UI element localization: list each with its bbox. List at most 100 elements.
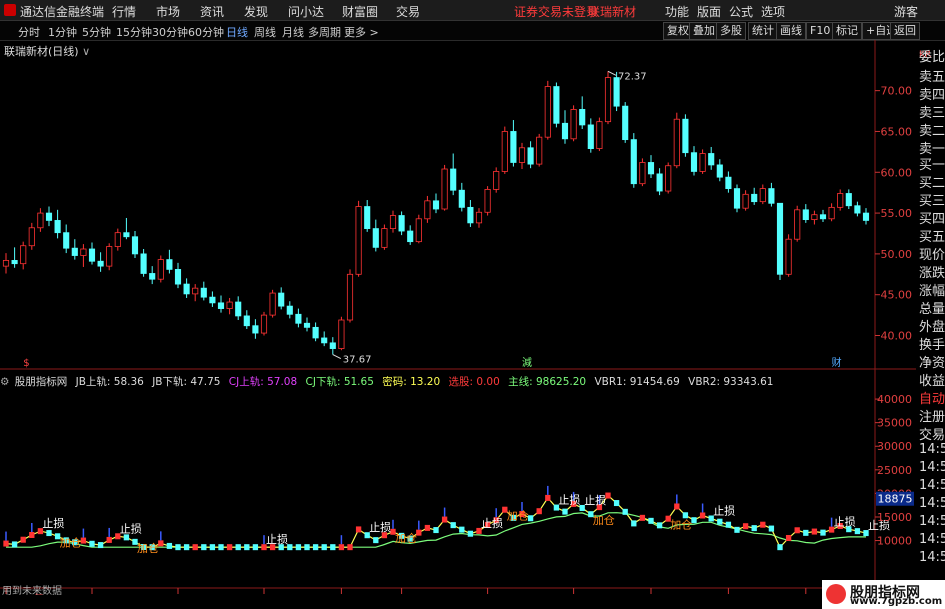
app-title: 通达信金融终端 bbox=[20, 5, 105, 19]
indicator-bar bbox=[674, 503, 680, 510]
candle-body bbox=[845, 193, 852, 207]
indicator-bar bbox=[424, 524, 431, 531]
period-toolbar: 分时 1分钟 5分钟 15分钟 30分钟 60分钟 日线 周线 月线 多周期 更… bbox=[0, 21, 945, 41]
menu-item-ask[interactable]: 问小达 bbox=[288, 3, 324, 20]
panel-item-buy5: 买五 bbox=[919, 230, 945, 245]
time-axis-label: 11 bbox=[404, 594, 417, 595]
candle-body bbox=[467, 206, 474, 224]
candle-body bbox=[157, 259, 164, 280]
candle-body bbox=[432, 200, 440, 210]
indicator-bar bbox=[699, 512, 706, 519]
statistics-button[interactable]: 统计 bbox=[748, 22, 778, 40]
panel-trade-trade[interactable]: 交易 bbox=[919, 424, 945, 443]
period-tab-daily[interactable]: 日线 bbox=[226, 24, 248, 40]
stop-loss-label: 止损 bbox=[713, 503, 735, 517]
candle-body bbox=[295, 313, 302, 324]
legend-cj-upper: CJ上轨: 57.08 bbox=[228, 376, 298, 388]
period-tab-5min[interactable]: 5分钟 bbox=[82, 24, 111, 40]
candle-body bbox=[819, 214, 827, 220]
user-label[interactable]: 游客 bbox=[894, 3, 918, 20]
price-axis-label: 65.00 bbox=[881, 125, 913, 138]
indicator-bar bbox=[820, 529, 826, 536]
menu-item-trade[interactable]: 交易 bbox=[396, 3, 420, 20]
candle-body bbox=[149, 273, 156, 280]
indicator-bar bbox=[252, 544, 259, 551]
candle-body bbox=[450, 168, 457, 191]
indicator-bar bbox=[29, 531, 35, 538]
panel-item-weibi: 委比 bbox=[919, 50, 945, 65]
candle-body bbox=[407, 230, 414, 243]
candle-body bbox=[493, 171, 500, 190]
indicator-bar bbox=[682, 512, 689, 519]
candle-body bbox=[725, 176, 732, 189]
indicator-axis-label: 30000 bbox=[877, 440, 912, 453]
indicator-bar bbox=[235, 544, 241, 551]
candle-body bbox=[647, 162, 655, 175]
stop-loss-label: 止损 bbox=[42, 516, 64, 530]
menu-item-options[interactable]: 选项 bbox=[761, 3, 785, 20]
stock-chart[interactable]: 70.00 65.00 60.00 55.00 50.00 45.00 40.00 72.3… bbox=[0, 40, 916, 595]
high-pointer bbox=[607, 70, 617, 76]
multi-stock-button[interactable]: 多股 bbox=[716, 22, 746, 40]
candle-body bbox=[123, 232, 130, 238]
menu-item-formula[interactable]: 公式 bbox=[729, 3, 753, 20]
login-notice[interactable]: 证券交易未登录 bbox=[514, 3, 598, 20]
candle-body bbox=[622, 105, 629, 141]
period-tab-60min[interactable]: 60分钟 bbox=[188, 24, 224, 40]
indicator-bar bbox=[312, 544, 319, 551]
menu-item-market[interactable]: 市场 bbox=[156, 3, 180, 20]
indicator-name[interactable]: 股朋指标网 bbox=[15, 376, 68, 388]
candle-body bbox=[570, 109, 577, 140]
candle-body bbox=[364, 206, 371, 229]
draw-line-button[interactable]: 画线 bbox=[776, 22, 806, 40]
candle-body bbox=[604, 77, 612, 123]
panel-time-3: 14:56 bbox=[919, 478, 945, 493]
period-tab-weekly[interactable]: 周线 bbox=[254, 24, 276, 40]
candle-body bbox=[217, 302, 225, 309]
candle-body bbox=[802, 209, 809, 221]
legend-select: 选股: 0.00 bbox=[448, 376, 500, 388]
f10-button[interactable]: F10 bbox=[806, 22, 835, 40]
panel-item-turnover: 换手 bbox=[919, 338, 945, 353]
menu-item-layout[interactable]: 版面 bbox=[697, 3, 721, 20]
back-button[interactable]: 返回 bbox=[890, 22, 920, 40]
period-tab-15min[interactable]: 15分钟 bbox=[116, 24, 152, 40]
indicator-bar bbox=[338, 544, 345, 551]
candle-body bbox=[37, 212, 44, 229]
menu-item-function[interactable]: 功能 bbox=[665, 3, 689, 20]
gear-icon[interactable]: ⚙ bbox=[0, 376, 9, 388]
mark-button[interactable]: 标记 bbox=[832, 22, 862, 40]
period-tab-intraday[interactable]: 分时 bbox=[18, 24, 40, 40]
panel-trade-register[interactable]: 注册 bbox=[919, 406, 945, 425]
indicator-bar bbox=[613, 500, 620, 507]
candle-body bbox=[200, 287, 207, 298]
period-tab-multi[interactable]: 多周期 bbox=[308, 24, 341, 40]
time-axis-label: 12 bbox=[490, 594, 503, 595]
period-tab-30min[interactable]: 30分钟 bbox=[152, 24, 188, 40]
menu-item-news[interactable]: 资讯 bbox=[200, 3, 224, 20]
overlay-button[interactable]: 叠加 bbox=[689, 22, 719, 40]
watermark-logo-icon bbox=[826, 584, 846, 604]
candle-body bbox=[716, 164, 723, 178]
period-tab-1min[interactable]: 1分钟 bbox=[48, 24, 77, 40]
candle-body bbox=[192, 287, 199, 295]
indicator-axis-label: 15000 bbox=[877, 511, 912, 524]
panel-trade-auto[interactable]: 自动 bbox=[919, 388, 945, 407]
candle-body bbox=[587, 124, 594, 150]
menu-item-wealth[interactable]: 财富圈 bbox=[342, 3, 378, 20]
panel-item-change: 涨跌 bbox=[919, 266, 945, 281]
time-axis-label: 4 bbox=[808, 594, 814, 595]
menu-item-quotes[interactable]: 行情 bbox=[112, 3, 136, 20]
add-position-label: 加仓 bbox=[507, 509, 529, 523]
period-tab-monthly[interactable]: 月线 bbox=[282, 24, 304, 40]
indicator-bar bbox=[648, 517, 654, 524]
indicator-bar bbox=[467, 530, 474, 537]
panel-time-7: 14:56 bbox=[919, 550, 945, 565]
period-tab-more[interactable]: 更多 > bbox=[344, 24, 379, 40]
indicator-bar bbox=[751, 525, 757, 532]
candle-body bbox=[690, 152, 698, 172]
candle-body bbox=[88, 248, 96, 262]
menu-item-discover[interactable]: 发现 bbox=[244, 3, 268, 20]
candle-body bbox=[699, 153, 706, 172]
stop-loss-label: 止损 bbox=[266, 532, 288, 546]
